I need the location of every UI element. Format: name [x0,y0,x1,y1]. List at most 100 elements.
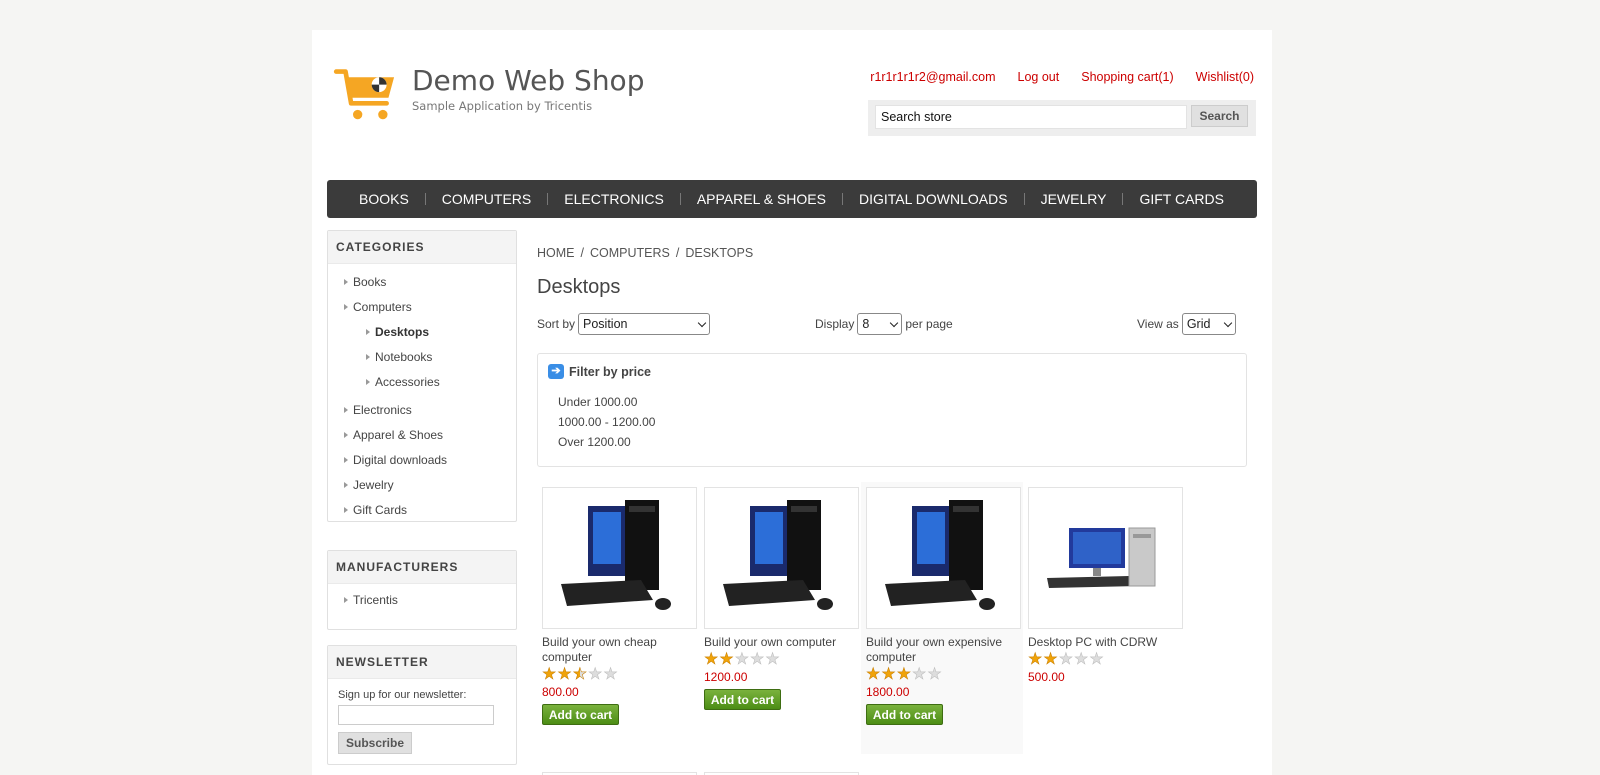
price-range-over-1200[interactable]: Over 1200.00 [558,432,655,452]
category-desktops[interactable]: Desktops [328,320,516,345]
product-title[interactable]: Build your own computer [704,635,856,650]
arrow-right-icon [344,482,348,488]
subscribe-button[interactable]: Subscribe [338,732,412,754]
star-empty-icon: ★ [1089,651,1104,668]
category-apparel-shoes[interactable]: Apparel & Shoes [328,423,516,448]
product-title[interactable]: Build your own cheap computer [542,635,694,665]
desktop-pc-image [1047,527,1156,588]
category-digital-downloads[interactable]: Digital downloads [328,448,516,473]
menu-item-electronics[interactable]: ELECTRONICS [548,180,680,218]
store-subtitle: Sample Application by Tricentis [412,99,593,113]
category-label: Books [353,275,387,289]
category-gift-cards[interactable]: Gift Cards [328,498,516,523]
star-empty-icon: ★ [912,666,927,683]
star-full-icon: ★ [1043,651,1058,668]
search-button[interactable]: Search [1191,105,1248,127]
categories-block: CATEGORIES Books Computers Desktops Note… [327,230,517,522]
star-full-icon: ★ [1028,651,1043,668]
breadcrumb: HOME / COMPUTERS / DESKTOPS [537,246,753,260]
product-item: Desktop PC with CDRW ★ ★ ★ ★ ★ 500.00 [1023,482,1185,754]
product-image[interactable] [866,487,1021,629]
search-input[interactable] [875,105,1187,129]
star-empty-icon: ★ [750,651,765,668]
arrow-right-icon [366,354,370,360]
view-mode-select[interactable]: Grid [1181,313,1236,335]
newsletter-block: NEWSLETTER Sign up for our newsletter: S… [327,645,517,765]
manufacturer-tricentis[interactable]: Tricentis [328,588,516,613]
add-to-cart-button[interactable]: Add to cart [704,689,781,710]
product-title[interactable]: Build your own expensive computer [866,635,1018,665]
product-image[interactable] [542,487,697,629]
category-label: Computers [353,300,412,314]
arrow-right-icon [344,597,348,603]
category-notebooks[interactable]: Notebooks [328,345,516,370]
menu-item-computers[interactable]: COMPUTERS [426,180,547,218]
category-computers[interactable]: Computers [328,295,516,320]
add-to-cart-button[interactable]: Add to cart [542,704,619,725]
product-price: 800.00 [542,685,579,699]
breadcrumb-computers[interactable]: COMPUTERS [590,246,670,260]
star-empty-icon: ★ [765,651,780,668]
add-to-cart-button[interactable]: Add to cart [866,704,943,725]
star-full-icon: ★ [719,651,734,668]
category-jewelry[interactable]: Jewelry [328,473,516,498]
menu-item-jewelry[interactable]: JEWELRY [1025,180,1123,218]
page-size-select[interactable]: 8 [857,313,903,335]
menu-item-gift-cards[interactable]: GIFT CARDS [1123,180,1240,218]
menu-item-apparel-shoes[interactable]: APPAREL & SHOES [681,180,842,218]
product-image[interactable] [1028,487,1183,629]
menu-item-books[interactable]: BOOKS [343,180,425,218]
product-price: 1800.00 [866,685,910,699]
star-empty-icon: ★ [734,651,750,668]
breadcrumb-desktops: DESKTOPS [685,246,754,260]
category-books[interactable]: Books [328,270,516,295]
category-electronics[interactable]: Electronics [328,398,516,423]
star-full-icon: ★ [557,666,572,683]
wishlist-link[interactable]: Wishlist(0) [1196,70,1254,84]
product-selectors: Sort by Position Display 8 per page View… [537,313,1237,337]
sort-select[interactable]: Position [578,313,711,335]
star-full-icon: ★ [866,666,881,683]
arrow-right-icon: ➔ [548,364,564,379]
product-rating: ★ ★ ★ ★ ★ [704,651,856,668]
star-empty-icon: ★ [588,666,603,683]
product-image[interactable] [704,487,859,629]
star-empty-icon: ★ [1074,651,1089,668]
page-title: Desktops [537,276,621,298]
breadcrumb-home[interactable]: HOME [537,246,575,260]
price-filter: ➔ Filter by price Under 1000.00 1000.00 … [537,353,1247,467]
star-empty-icon: ★ [1058,651,1074,668]
top-menu: BOOKS COMPUTERS ELECTRONICS APPAREL & SH… [327,180,1257,218]
shopping-cart-logo-icon [333,69,395,120]
manufacturers-block: MANUFACTURERS Tricentis [327,550,517,630]
logout-link[interactable]: Log out [1018,70,1060,84]
newsletter-title: NEWSLETTER [328,646,516,679]
arrow-right-icon [344,432,348,438]
category-accessories[interactable]: Accessories [328,370,516,395]
page-container: Demo Web Shop Sample Application by Tric… [312,30,1272,775]
breadcrumb-separator: / [580,246,584,260]
arrow-right-icon [344,279,348,285]
arrow-right-icon [344,407,348,413]
sort-value: Position [583,317,628,331]
account-link[interactable]: r1r1r1r1r2@gmail.com [870,70,995,84]
product-price: 500.00 [1028,670,1065,684]
price-range-1000-1200[interactable]: 1000.00 - 1200.00 [558,412,655,432]
category-label: Jewelry [353,478,394,492]
breadcrumb-separator: / [675,246,680,260]
category-label: Gift Cards [353,503,408,517]
category-label: Electronics [353,403,412,417]
search-box: Search [868,100,1256,136]
shopping-cart-link[interactable]: Shopping cart(1) [1081,70,1173,84]
arrow-right-icon [344,507,348,513]
newsletter-label: Sign up for our newsletter: [338,689,467,701]
star-full-icon: ★ [896,666,912,683]
store-logo[interactable]: Demo Web Shop Sample Application by Tric… [332,66,644,122]
product-title[interactable]: Desktop PC with CDRW [1028,635,1180,650]
newsletter-email-input[interactable] [338,705,494,725]
menu-item-digital-downloads[interactable]: DIGITAL DOWNLOADS [843,180,1024,218]
product-item: Build your own cheap computer ★ ★ ★ ★ ★ 800.… [537,482,699,754]
price-range-under-1000[interactable]: Under 1000.00 [558,392,655,412]
price-filter-title: ➔ Filter by price [548,364,651,379]
view-label: View as [1137,317,1179,331]
